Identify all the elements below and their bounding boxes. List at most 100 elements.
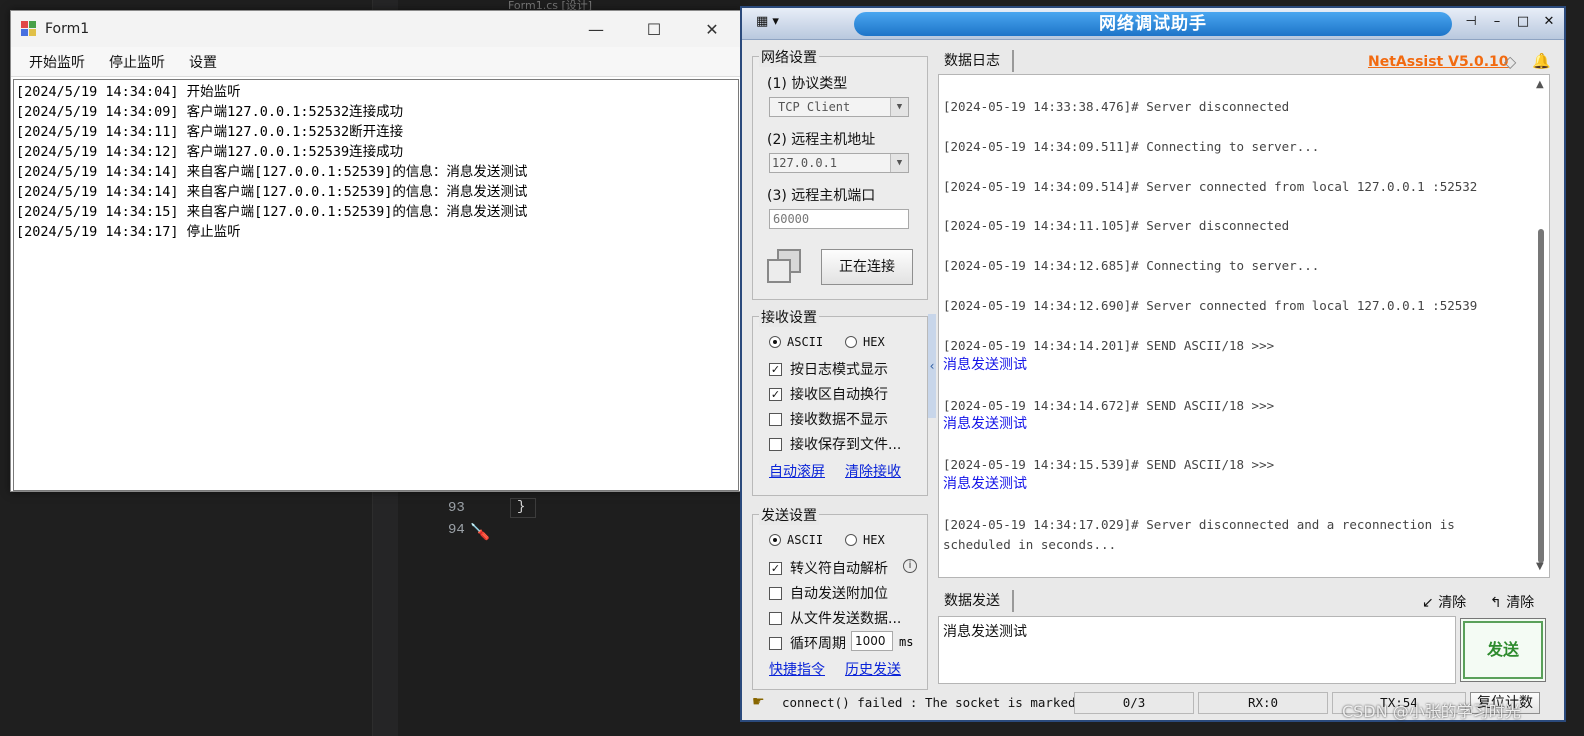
auto-wrap-checkbox[interactable]: ✓ 接收区自动换行: [769, 384, 888, 404]
code-brace[interactable]: }: [510, 498, 536, 518]
diamond-icon[interactable]: ◇: [1504, 52, 1516, 71]
receive-log-text: [2024-05-19 14:33:38.476]# Server discon…: [943, 77, 1529, 555]
group-title: 发送设置: [759, 505, 819, 525]
app-menu-icon[interactable]: ▦ ▾: [756, 14, 796, 34]
hide-data-checkbox[interactable]: 接收数据不显示: [769, 409, 888, 429]
tab-data-log[interactable]: 数据日志: [938, 50, 1014, 72]
save-to-file-checkbox[interactable]: 接收保存到文件...: [769, 434, 901, 454]
minimize-icon[interactable]: —: [567, 11, 625, 47]
status-message: connect() failed : The socket is marked: [782, 695, 1076, 710]
form1-title: Form1: [45, 21, 90, 37]
connect-button[interactable]: 正在连接: [821, 249, 913, 285]
menu-stop-listen[interactable]: 停止监听: [97, 52, 177, 72]
radio-label: ASCII: [787, 533, 824, 547]
host-label: (2) 远程主机地址: [767, 132, 876, 148]
log-line: [2024/5/19 14:34:12] 客户端127.0.0.1:52539连…: [16, 144, 404, 160]
clear-send-button[interactable]: ↰ 清除: [1490, 592, 1534, 612]
recv-hex-radio[interactable]: HEX: [845, 335, 885, 349]
maximize-icon[interactable]: □: [1514, 14, 1532, 29]
scroll-up-icon[interactable]: ▲: [1536, 79, 1544, 90]
line-number: 93: [448, 500, 465, 516]
log-entry-header: [2024-05-19 14:34:11.105]# Server discon…: [943, 218, 1290, 234]
pin-icon[interactable]: ⊣: [1462, 14, 1480, 29]
clear-label: 清除: [1506, 595, 1535, 611]
receive-settings-group: 接收设置 ASCII HEX ✓ 按日志模式显示 ✓ 接收区自动换行 接收数据不显示…: [752, 307, 928, 496]
collapse-handle[interactable]: ‹: [928, 314, 936, 418]
log-entry-header: [2024-05-19 14:34:09.511]# Connecting to…: [943, 138, 1320, 154]
radio-label: HEX: [863, 533, 885, 547]
clear-up-icon: ↰: [1490, 595, 1507, 611]
minimize-icon[interactable]: –: [1488, 14, 1506, 29]
log-entry-message: 消息发送测试: [943, 476, 1027, 493]
log-entry-header: [2024-05-19 14:34:15.539]# SEND ASCII/18…: [943, 457, 1275, 473]
cycle-unit: ms: [899, 635, 914, 649]
clear-receive-link[interactable]: 清除接收: [845, 461, 901, 481]
log-spacer: [943, 196, 1529, 216]
log-line: [2024/5/19 14:34:14] 来自客户端[127.0.0.1:525…: [16, 164, 528, 180]
host-select[interactable]: 127.0.0.1 ▼: [769, 153, 909, 173]
netassist-titlebar[interactable]: ▦ ▾ 网络调试助手 ⊣ – □ ✕: [742, 8, 1564, 40]
status-count: 0/3: [1074, 692, 1194, 714]
log-entry-header: [2024-05-19 14:34:14.672]# SEND ASCII/18…: [943, 397, 1275, 413]
radio-dot: [845, 336, 857, 348]
bell-icon[interactable]: 🔔: [1532, 52, 1551, 70]
log-line: [2024/5/19 14:34:15] 来自客户端[127.0.0.1:525…: [16, 204, 528, 220]
log-scrollbar[interactable]: ▲ ▼: [1535, 79, 1547, 573]
log-line: [2024/5/19 14:34:17] 停止监听: [16, 224, 241, 240]
clear-receive-button[interactable]: ↙ 清除: [1422, 592, 1466, 612]
log-spacer: [943, 495, 1529, 515]
checkbox-label: 按日志模式显示: [790, 362, 888, 378]
port-label: (3) 远程主机端口: [767, 188, 876, 204]
checkbox-label: 循环周期: [790, 636, 846, 652]
checkbox-label: 自动发送附加位: [790, 586, 888, 602]
info-icon[interactable]: i: [903, 559, 917, 573]
clear-label: 清除: [1438, 595, 1467, 611]
menu-start-listen[interactable]: 开始监听: [17, 52, 97, 72]
escape-parse-checkbox[interactable]: ✓ 转义符自动解析: [769, 558, 888, 578]
send-ascii-radio[interactable]: ASCII: [769, 533, 823, 547]
log-spacer: [943, 316, 1529, 336]
auto-append-checkbox[interactable]: 自动发送附加位: [769, 583, 888, 603]
maximize-icon[interactable]: ☐: [625, 11, 683, 47]
dropdown-arrow-icon[interactable]: ▼: [890, 154, 908, 172]
menu-settings[interactable]: 设置: [177, 52, 229, 72]
protocol-select[interactable]: TCP Client ▼: [769, 97, 909, 117]
scroll-down-icon[interactable]: ▼: [1536, 561, 1544, 572]
send-from-file-checkbox[interactable]: 从文件发送数据...: [769, 608, 901, 628]
group-title: 接收设置: [759, 307, 819, 327]
checkbox-box: [769, 586, 782, 600]
log-line: [2024/5/19 14:34:14] 来自客户端[127.0.0.1:525…: [16, 184, 528, 200]
log-entry-header: [2024-05-19 14:34:09.514]# Server connec…: [943, 178, 1478, 194]
port-input[interactable]: 60000: [769, 209, 909, 229]
send-textarea[interactable]: 消息发送测试: [938, 616, 1456, 684]
network-icon: [767, 249, 803, 285]
receive-log-pane[interactable]: [2024-05-19 14:33:38.476]# Server discon…: [938, 74, 1550, 578]
log-mode-checkbox[interactable]: ✓ 按日志模式显示: [769, 359, 888, 379]
checkbox-box: [769, 412, 782, 426]
cycle-checkbox[interactable]: 循环周期: [769, 633, 846, 653]
cycle-period-input[interactable]: 1000: [851, 631, 893, 651]
dropdown-arrow-icon[interactable]: ▼: [890, 98, 908, 116]
checkbox-label: 转义符自动解析: [790, 561, 888, 577]
log-entry-message: 消息发送测试: [943, 356, 1027, 373]
host-value: 127.0.0.1: [772, 156, 838, 170]
form1-log-textbox[interactable]: [2024/5/19 14:34:04] 开始监听 [2024/5/19 14:3…: [13, 79, 739, 491]
line-number: 94: [448, 522, 465, 538]
close-icon[interactable]: ✕: [683, 11, 741, 47]
autoscroll-link[interactable]: 自动滚屏: [769, 461, 825, 481]
tab-data-send[interactable]: 数据发送: [938, 590, 1014, 612]
close-icon[interactable]: ✕: [1540, 14, 1558, 29]
radio-dot: [769, 336, 781, 348]
send-button[interactable]: 发送: [1460, 618, 1546, 682]
send-hex-radio[interactable]: HEX: [845, 533, 885, 547]
group-title: 网络设置: [759, 47, 819, 67]
recv-ascii-radio[interactable]: ASCII: [769, 335, 823, 349]
scroll-thumb[interactable]: [1538, 229, 1544, 563]
shortcut-link[interactable]: 快捷指令: [769, 659, 825, 679]
send-settings-group: 发送设置 ASCII HEX ✓ 转义符自动解析 i 自动发送附加位 从文件发送数…: [752, 505, 928, 690]
form1-titlebar[interactable]: Form1 — ☐ ✕: [11, 11, 741, 47]
radio-label: HEX: [863, 335, 885, 349]
history-link[interactable]: 历史发送: [845, 659, 901, 679]
version-link[interactable]: NetAssist V5.0.10: [1368, 54, 1509, 70]
form1-menubar: 开始监听 停止监听 设置: [11, 47, 741, 77]
